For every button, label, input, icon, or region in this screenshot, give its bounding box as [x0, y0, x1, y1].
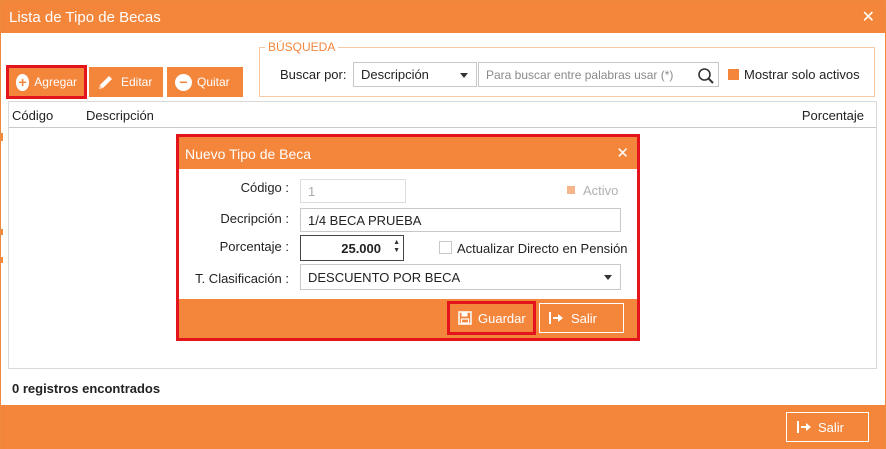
exit-arrow-icon [548, 311, 564, 325]
remove-button[interactable]: − Quitar [167, 67, 243, 97]
new-scholarship-type-dialog: Nuevo Tipo de Beca ✕ Código : 1 Activo D… [176, 134, 640, 341]
table-header: Código Descripción Porcentaje [9, 102, 876, 128]
percentage-stepper[interactable]: 25.000 ▲ ▼ [300, 235, 404, 261]
records-count: 0 registros encontrados [12, 381, 161, 396]
window-footer: Salir [1, 405, 885, 449]
code-value: 1 [308, 183, 316, 199]
window-close-icon[interactable]: ✕ [862, 7, 875, 27]
dialog-exit-button-label: Salir [571, 310, 598, 326]
edge-mark [1, 133, 3, 141]
search-field-select[interactable]: Descripción [353, 62, 477, 87]
edge-mark [1, 257, 3, 263]
only-active-label: Mostrar solo activos [744, 67, 860, 82]
edit-button[interactable]: Editar [89, 67, 163, 97]
floppy-disk-icon [458, 311, 472, 325]
window-titlebar: Lista de Tipo de Becas ✕ [1, 1, 885, 33]
direct-update-checkbox[interactable] [439, 241, 452, 254]
direct-update-label: Actualizar Directo en Pensión [457, 241, 628, 256]
dialog-exit-button[interactable]: Salir [539, 303, 624, 333]
scholarship-types-window: Lista de Tipo de Becas ✕ + Agregar Edita… [0, 0, 886, 449]
classification-value: DESCUENTO POR BECA [308, 269, 461, 285]
dialog-body: Código : 1 Activo Decripción : 1/4 BECA … [179, 169, 637, 299]
spin-arrows-icon[interactable]: ▲ ▼ [393, 239, 400, 255]
window-title: Lista de Tipo de Becas [9, 9, 161, 26]
only-active-checkbox[interactable] [728, 69, 739, 80]
pencil-icon [97, 73, 115, 91]
search-input[interactable]: Para buscar entre palabras usar (*) [478, 62, 719, 87]
plus-circle-icon: + [16, 73, 30, 91]
add-button[interactable]: + Agregar [6, 65, 87, 99]
exit-button[interactable]: Salir [786, 412, 869, 442]
search-by-label: Buscar por: [280, 67, 347, 82]
column-header-description[interactable]: Descripción [86, 108, 154, 123]
description-field[interactable]: 1/4 BECA PRUEBA [300, 208, 621, 232]
caret-down-icon [460, 72, 468, 78]
dialog-footer: Guardar Salir [179, 299, 637, 338]
edit-button-label: Editar [121, 75, 153, 89]
search-placeholder: Para buscar entre palabras usar (*) [486, 67, 674, 82]
dialog-titlebar: Nuevo Tipo de Beca ✕ [179, 137, 637, 169]
add-button-label: Agregar [34, 75, 77, 89]
caret-down-icon [604, 275, 612, 280]
save-button-label: Guardar [478, 310, 526, 326]
edge-mark [1, 229, 3, 235]
code-field[interactable]: 1 [300, 179, 406, 203]
exit-button-label: Salir [818, 419, 845, 435]
active-label: Activo [583, 183, 619, 198]
save-button[interactable]: Guardar [447, 301, 536, 335]
description-label: Decripción : [220, 211, 289, 226]
minus-circle-icon: − [175, 73, 192, 91]
column-header-code[interactable]: Código [12, 108, 53, 123]
percentage-label: Porcentaje : [219, 239, 289, 254]
magnifier-icon[interactable] [697, 67, 715, 88]
dialog-close-icon[interactable]: ✕ [616, 144, 629, 162]
column-header-percentage[interactable]: Porcentaje [802, 108, 864, 123]
classification-select[interactable]: DESCUENTO POR BECA [300, 264, 621, 290]
code-label: Código : [240, 180, 289, 195]
classification-label: T. Clasificación : [195, 271, 289, 286]
dialog-title: Nuevo Tipo de Beca [185, 146, 312, 162]
remove-button-label: Quitar [197, 75, 230, 89]
search-field-value: Descripción [361, 67, 429, 82]
exit-arrow-icon [796, 420, 812, 434]
percentage-value: 25.000 [341, 240, 381, 256]
description-value: 1/4 BECA PRUEBA [308, 212, 422, 228]
active-checkbox[interactable] [567, 186, 575, 194]
search-group-legend: BÚSQUEDA [265, 40, 339, 54]
